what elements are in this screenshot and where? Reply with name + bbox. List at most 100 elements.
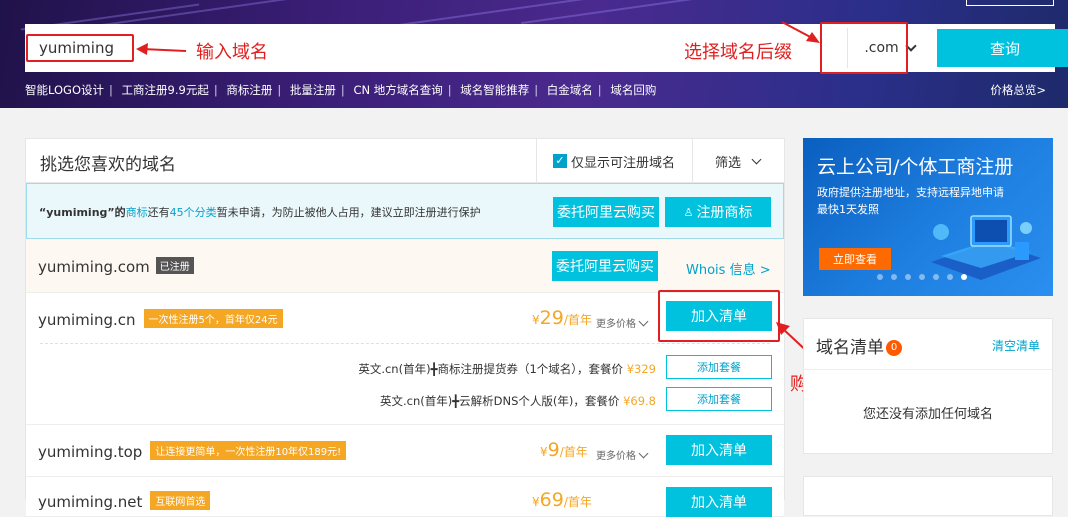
price-overview-link[interactable]: 价格总览> — [990, 82, 1046, 98]
annotation-box-input — [26, 34, 134, 62]
domain-cart: 域名清单 0 清空清单 您还没有添加任何域名 — [803, 318, 1053, 454]
filter-dropdown[interactable]: 筛选 — [692, 139, 784, 183]
quicklink-cn-local[interactable]: CN 地方域名查询 — [353, 83, 442, 97]
domain-name: yumiming.com — [38, 258, 150, 276]
quicklink-buyback[interactable]: 域名回购 — [610, 83, 656, 97]
query-button[interactable]: 查询 — [937, 29, 1068, 67]
banner-cta-button[interactable]: 立即查看 — [819, 248, 891, 270]
trademark-link[interactable]: 商标 — [126, 206, 148, 219]
price-value: 29 — [539, 307, 564, 329]
only-available-toggle[interactable]: ✓ 仅显示可注册域名 — [536, 139, 692, 183]
more-prices-label: 更多价格 — [596, 451, 636, 462]
price-value: 9 — [547, 439, 560, 461]
price-symbol: ¥ — [532, 495, 540, 509]
only-available-label: 仅显示可注册域名 — [571, 155, 676, 171]
trademark-notice: “yumiming”的商标还有45个分类暂未申请，为防止被他人占用，建议立即注册… — [26, 183, 784, 239]
quicklink-business-reg[interactable]: 工商注册9.9元起 — [122, 83, 209, 97]
sidebar-card — [803, 476, 1053, 516]
more-prices-toggle[interactable]: 更多价格 — [596, 447, 649, 462]
domain-entry: yumiming.cn 一次性注册5个，首年仅24元 — [38, 309, 283, 329]
domain-entry: yumiming.net 互联网首选 — [38, 491, 211, 511]
package-line: 英文.cn(首年)╋云解析DNS个人版(年)，套餐价 ¥69.8 — [380, 393, 656, 409]
domain-name: yumiming.top — [38, 443, 143, 461]
price-unit: /首年 — [559, 445, 588, 459]
promo-badge: 让连接更简单，一次性注册10年仅189元! — [150, 441, 347, 460]
domain-row-net: yumiming.net 互联网首选 ¥69/首年 加入清单 — [26, 477, 784, 517]
register-trademark-button[interactable]: ♙ 注册商标 — [665, 197, 771, 227]
carousel-dot[interactable] — [933, 274, 939, 280]
promo-badge: 一次性注册5个，首年仅24元 — [143, 309, 283, 328]
chevron-down-icon — [751, 154, 762, 164]
trademark-text: 还有 — [147, 206, 170, 219]
price: ¥29/首年 — [532, 307, 592, 329]
status-badge: 已注册 — [155, 257, 194, 274]
delegate-purchase-button[interactable]: 委托阿里云购买 — [553, 197, 659, 227]
add-to-cart-button[interactable]: 加入清单 — [666, 487, 772, 517]
whois-link[interactable]: Whois 信息 > — [686, 259, 771, 278]
banner-title: 云上公司/个体工商注册 — [817, 156, 1014, 178]
quicklink-smart-recommend[interactable]: 域名智能推荐 — [460, 83, 529, 97]
add-package-button[interactable]: 添加套餐 — [666, 355, 772, 379]
cloud-computer-illustration-icon — [931, 215, 1041, 280]
add-to-cart-button[interactable]: 加入清单 — [666, 435, 772, 465]
carousel-dots — [877, 274, 967, 280]
price-unit: /首年 — [563, 313, 592, 327]
carousel-dot[interactable] — [947, 274, 953, 280]
domain-entry: yumiming.top 让连接更简单，一次性注册10年仅189元! — [38, 441, 347, 461]
trademark-count-link[interactable]: 45个分类 — [170, 206, 217, 219]
annotation-box-suffix — [820, 22, 908, 74]
decor-streak — [521, 0, 779, 25]
package-text: 英文.cn(首年)╋商标注册提货券（1个域名），套餐价 — [358, 362, 627, 376]
user-icon: ♙ — [683, 205, 694, 219]
registered-domain-row: yumiming.com 已注册 委托阿里云购买 Whois 信息 > — [26, 239, 784, 293]
banner-subtitle-line: 政府提供注册地址，支持远程异地申请 — [817, 186, 1004, 199]
register-trademark-label: 注册商标 — [696, 205, 753, 221]
quicklink-logo[interactable]: 智能LOGO设计 — [25, 83, 104, 97]
chevron-down-icon — [638, 448, 649, 459]
divider — [804, 369, 1052, 370]
add-package-button[interactable]: 添加套餐 — [666, 387, 772, 411]
top-right-box[interactable] — [966, 0, 1054, 6]
panel-title: 挑选您喜欢的域名 — [40, 155, 176, 175]
quicklink-platinum[interactable]: 白金域名 — [547, 83, 593, 97]
trademark-notice-text: “yumiming”的商标还有45个分类暂未申请，为防止被他人占用，建议立即注册… — [39, 204, 481, 220]
quicklink-trademark[interactable]: 商标注册 — [226, 83, 272, 97]
promo-badge: 互联网首选 — [150, 491, 211, 510]
divider — [40, 343, 770, 344]
trademark-text: 暂未申请，为防止被他人占用，建议立即注册进行保护 — [216, 206, 481, 219]
package-line: 英文.cn(首年)╋商标注册提货券（1个域名），套餐价 ¥329 — [358, 361, 656, 377]
filter-label: 筛选 — [715, 155, 742, 171]
more-prices-label: 更多价格 — [596, 319, 636, 330]
annotation-arrow-left-icon — [136, 43, 187, 55]
cart-title: 域名清单 0 — [816, 333, 902, 358]
annotation-box-add — [658, 290, 780, 342]
checkbox-checked-icon[interactable]: ✓ — [553, 154, 567, 168]
promo-banner[interactable]: 云上公司/个体工商注册 政府提供注册地址，支持远程异地申请 最快1天发照 立即查… — [803, 138, 1053, 296]
quicklink-batch[interactable]: 批量注册 — [290, 83, 336, 97]
more-prices-toggle[interactable]: 更多价格 — [596, 315, 649, 330]
package-price: ¥329 — [626, 362, 656, 376]
trademark-text-keyword: “yumiming”的 — [39, 206, 126, 219]
price: ¥9/首年 — [540, 439, 588, 461]
annotation-input-domain: 输入域名 — [196, 42, 268, 63]
domain-name: yumiming.cn — [38, 311, 136, 329]
price-unit: /首年 — [563, 495, 592, 509]
annotation-arrow-icon — [781, 21, 820, 43]
price-value: 69 — [539, 489, 564, 511]
price: ¥69/首年 — [532, 489, 592, 511]
domain-name: yumiming.net — [38, 493, 143, 511]
carousel-dot[interactable] — [877, 274, 883, 280]
carousel-dot[interactable] — [919, 274, 925, 280]
clear-cart-link[interactable]: 清空清单 — [992, 337, 1040, 354]
panel-header: 挑选您喜欢的域名 ✓ 仅显示可注册域名 筛选 — [26, 139, 784, 183]
package-price: ¥69.8 — [623, 394, 656, 408]
carousel-dot[interactable] — [905, 274, 911, 280]
delegate-purchase-button[interactable]: 委托阿里云购买 — [552, 251, 658, 281]
annotation-choose-suffix: 选择域名后缀 — [684, 42, 792, 63]
quicklinks-bar: 智能LOGO设计 | 工商注册9.9元起 | 商标注册 | 批量注册 | CN 地方域名… — [25, 83, 657, 97]
carousel-dot[interactable] — [891, 274, 897, 280]
carousel-dot-active[interactable] — [961, 274, 967, 280]
cart-count-badge: 0 — [886, 340, 902, 356]
chevron-down-icon — [638, 316, 649, 327]
price-symbol: ¥ — [532, 313, 540, 327]
